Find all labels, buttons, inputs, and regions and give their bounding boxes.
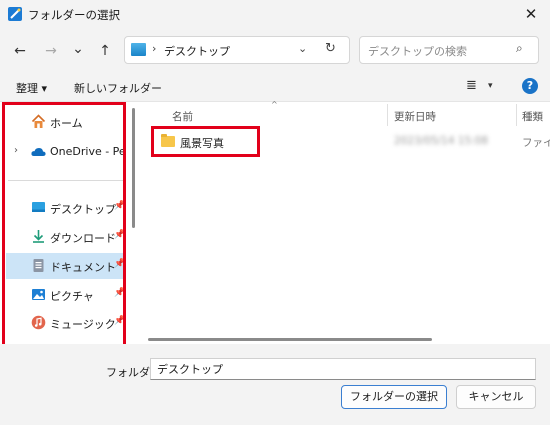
address-path[interactable]: デスクトップ <box>164 43 230 59</box>
up-icon[interactable]: ↑ <box>94 40 116 62</box>
search-icon[interactable]: ⌕ <box>516 41 523 56</box>
search-placeholder: デスクトップの検索 <box>368 45 467 58</box>
close-icon[interactable]: ✕ <box>520 3 542 25</box>
column-divider[interactable] <box>387 104 388 126</box>
help-button[interactable]: ? <box>522 78 538 94</box>
chevron-down-icon[interactable]: ⌄ <box>298 42 307 55</box>
desktop-icon <box>131 43 146 56</box>
column-header-type[interactable]: 種類 <box>522 109 543 124</box>
column-divider[interactable] <box>516 104 517 126</box>
back-icon[interactable]: ← <box>9 40 31 62</box>
window-title: フォルダーの選択 <box>28 8 120 22</box>
file-type: ファイル <box>522 137 550 149</box>
forward-icon[interactable]: → <box>40 40 62 62</box>
app-icon <box>8 7 22 21</box>
column-header-date[interactable]: 更新日時 <box>394 109 436 124</box>
column-header-name[interactable]: 名前 <box>172 109 193 124</box>
column-header <box>146 102 550 126</box>
new-folder-button[interactable]: 新しいフォルダー <box>74 80 162 96</box>
view-options-icon[interactable]: ≣ <box>466 78 477 93</box>
sidebar-scrollbar[interactable] <box>132 108 135 228</box>
folder-name-input[interactable] <box>150 358 536 380</box>
organize-button[interactable]: 整理 ▾ <box>16 80 47 96</box>
file-date: 2023/05/14 15:08 <box>394 135 489 147</box>
highlight-box-navigation-pane <box>2 102 126 347</box>
sort-ascending-icon: ^ <box>271 100 278 109</box>
highlight-box-folder <box>151 126 260 157</box>
refresh-icon[interactable]: ↻ <box>325 41 336 56</box>
chevron-right-icon[interactable]: › <box>152 42 156 55</box>
horizontal-scrollbar[interactable] <box>148 338 432 341</box>
select-folder-button[interactable]: フォルダーの選択 <box>341 385 447 409</box>
chevron-down-icon[interactable]: ▾ <box>488 81 493 91</box>
recent-locations-icon[interactable]: ⌄ <box>67 38 89 60</box>
address-bar[interactable] <box>124 36 350 64</box>
cancel-button[interactable]: キャンセル <box>456 385 536 409</box>
